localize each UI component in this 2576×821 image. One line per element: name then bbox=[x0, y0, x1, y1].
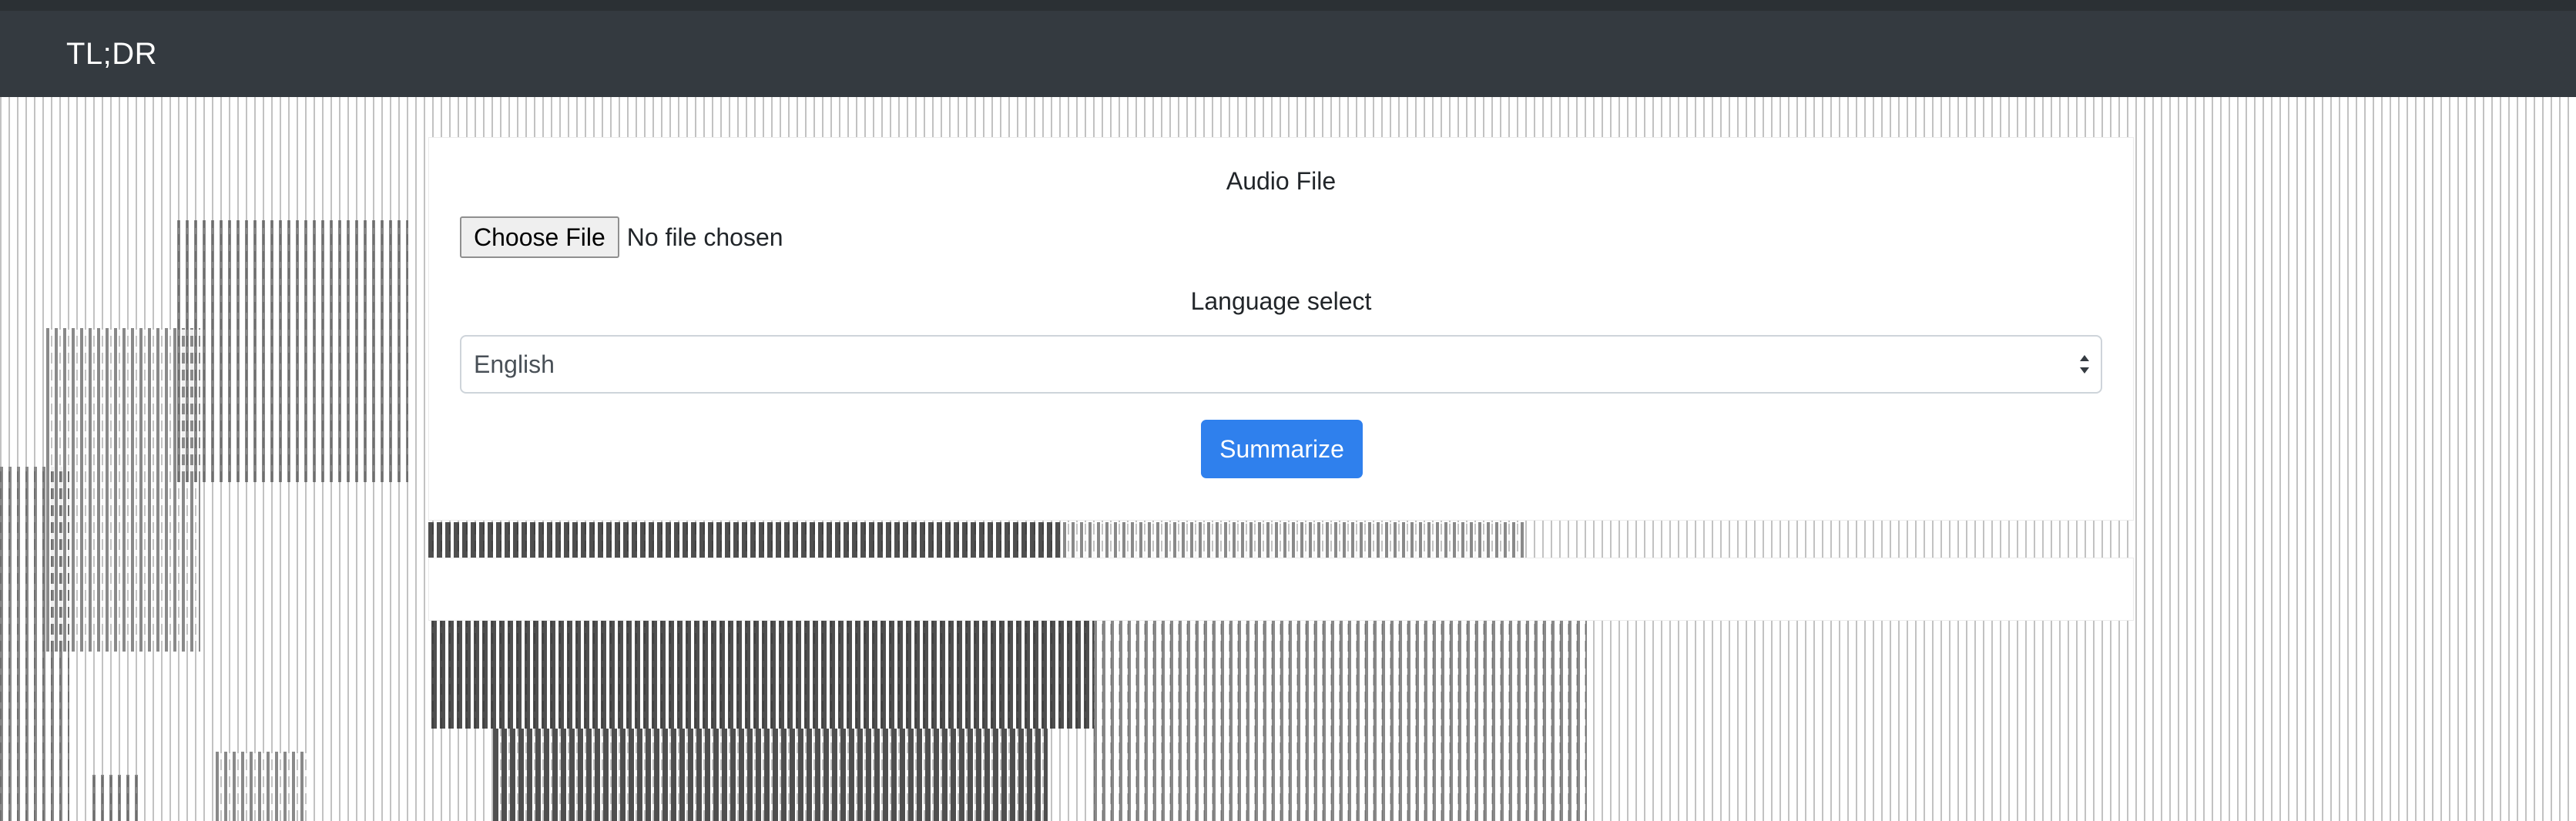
language-select[interactable]: English bbox=[460, 335, 2102, 394]
ascii-art-region bbox=[177, 220, 408, 482]
updown-chevron-icon bbox=[2080, 355, 2089, 374]
navbar: TL;DR bbox=[0, 11, 2576, 97]
summary-output-box bbox=[428, 558, 2134, 621]
ascii-art-region bbox=[1094, 621, 1587, 821]
file-input[interactable]: Choose File No file chosen bbox=[460, 216, 783, 258]
upload-form-card: Audio File Choose File No file chosen La… bbox=[428, 137, 2134, 521]
summarize-button[interactable]: Summarize bbox=[1201, 420, 1363, 478]
choose-file-button[interactable]: Choose File bbox=[460, 216, 619, 258]
file-status-text: No file chosen bbox=[626, 223, 783, 251]
audio-file-label: Audio File bbox=[1226, 167, 1337, 195]
brand-link[interactable]: TL;DR bbox=[66, 37, 157, 72]
ascii-art-region bbox=[216, 752, 308, 821]
ascii-art-region bbox=[493, 729, 1048, 821]
language-selected-value: English bbox=[474, 350, 555, 378]
ascii-art-region bbox=[431, 621, 1094, 729]
ascii-art-region bbox=[92, 775, 139, 821]
language-select-label: Language select bbox=[1190, 287, 1372, 315]
window-top-strip bbox=[0, 0, 2576, 11]
